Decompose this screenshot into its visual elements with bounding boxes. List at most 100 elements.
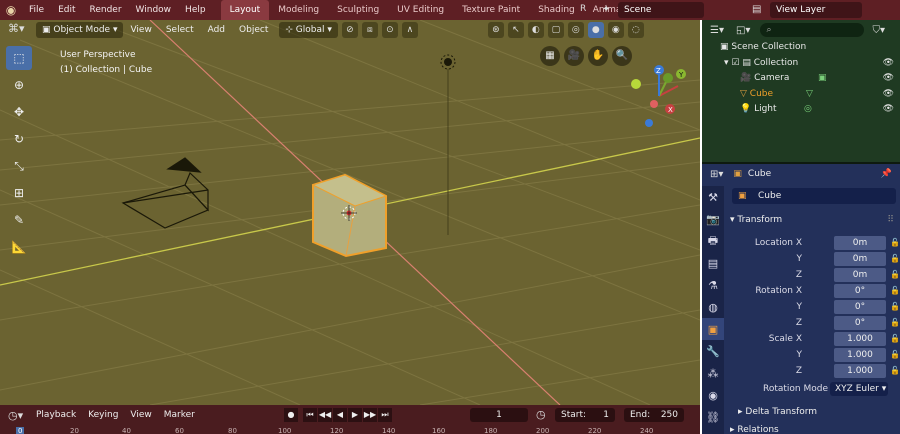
rotation-y-field[interactable]: 0° — [834, 300, 886, 314]
delta-transform-panel-header[interactable]: ▸ Delta Transform — [738, 404, 900, 420]
record-icon[interactable]: ● — [284, 408, 298, 422]
rotate-icon[interactable]: ↻ — [6, 127, 32, 151]
object-name-field[interactable]: ▣ Cube — [732, 188, 896, 204]
light-data-icon[interactable]: ◎ — [804, 102, 812, 118]
measure-icon[interactable]: 📐 — [6, 235, 32, 259]
snap-icon[interactable]: ⧈ — [361, 22, 378, 38]
visibility-eye-icon[interactable]: 👁 — [883, 87, 894, 103]
tab-sculpting[interactable]: Sculpting — [328, 0, 388, 20]
blender-logo-icon[interactable]: ◉ — [0, 0, 22, 20]
visibility-eye-icon[interactable]: 👁 — [883, 102, 894, 118]
lock-icon[interactable]: 🔓 — [890, 284, 900, 298]
physics-tab-icon[interactable]: ◉ — [702, 384, 724, 406]
tool-tab-icon[interactable]: ⚒ — [702, 186, 724, 208]
tab-modeling[interactable]: Modeling — [269, 0, 328, 20]
tab-layout[interactable]: Layout — [220, 0, 270, 20]
cursor-icon[interactable]: ⊕ — [6, 73, 32, 97]
pivot-icon[interactable]: ⊘ — [341, 22, 358, 38]
lock-icon[interactable]: 🔓 — [890, 236, 900, 250]
material-shading-icon[interactable]: ◉ — [607, 22, 624, 38]
proportional-edit-icon[interactable]: ⊙ — [381, 22, 398, 38]
menu-render[interactable]: Render — [83, 5, 129, 15]
axis-gizmo[interactable]: Z Y X — [628, 60, 690, 130]
rotation-z-field[interactable]: 0° — [834, 316, 886, 330]
viewport-menu-object[interactable]: Object — [232, 25, 275, 35]
filter-icon[interactable]: ⛉▾ — [872, 25, 885, 36]
move-icon[interactable]: ✥ — [6, 100, 32, 124]
cube-object[interactable] — [311, 173, 388, 258]
menu-window[interactable]: Window — [129, 5, 179, 15]
particles-tab-icon[interactable]: ⁂ — [702, 362, 724, 384]
render-tab-icon[interactable]: 📷 — [702, 208, 724, 230]
gizmo-visibility-icon[interactable]: ⊛ — [487, 22, 504, 38]
wireframe-shading-icon[interactable]: ◎ — [567, 22, 584, 38]
jump-start-icon[interactable]: ⏮ — [303, 408, 317, 422]
lock-icon[interactable]: 🔓 — [890, 252, 900, 266]
output-tab-icon[interactable]: 🖶 — [702, 230, 724, 252]
collection-checkbox[interactable]: ☑ — [731, 58, 742, 68]
location-z-field[interactable]: 0m — [834, 268, 886, 282]
play-icon[interactable]: ▶ — [348, 408, 362, 422]
falloff-icon[interactable]: ∧ — [401, 22, 418, 38]
play-reverse-icon[interactable]: ◀ — [333, 408, 347, 422]
display-mode-icon[interactable]: ◱▾ — [736, 25, 750, 36]
marker-menu[interactable]: Marker — [158, 410, 201, 420]
editor-type-icon[interactable]: ⌘▾ — [8, 22, 32, 38]
view-layer-icon[interactable]: ▤ — [752, 4, 761, 15]
current-frame-field[interactable]: 1 — [470, 408, 528, 422]
lock-icon[interactable]: 🔓 — [890, 300, 900, 314]
end-frame-field[interactable]: End: 250 — [624, 408, 684, 422]
scene-selector[interactable]: Scene — [618, 2, 704, 18]
perspective-toggle-icon[interactable]: ▦ — [540, 46, 560, 66]
outliner-item-camera[interactable]: 🎥 Camera ▣ 👁 — [702, 71, 900, 87]
drag-handle-icon[interactable]: ⠿ — [887, 212, 894, 228]
scale-z-field[interactable]: 1.000 — [834, 364, 886, 378]
menu-edit[interactable]: Edit — [51, 5, 82, 15]
pin-icon[interactable]: 📌 — [881, 169, 892, 179]
xray-icon[interactable]: ▢ — [547, 22, 564, 38]
object-tab-icon[interactable]: ▣ — [702, 318, 724, 340]
light-object[interactable] — [440, 54, 456, 235]
lock-icon[interactable]: 🔓 — [890, 364, 900, 378]
view-layer-selector[interactable]: View Layer — [770, 2, 862, 18]
pan-icon[interactable]: ✋ — [588, 46, 608, 66]
camera-object[interactable] — [121, 157, 210, 229]
camera-view-icon[interactable]: 🎥 — [564, 46, 584, 66]
timeline-view-menu[interactable]: View — [124, 410, 157, 420]
camera-data-icon[interactable]: ▣ — [818, 71, 827, 87]
solid-shading-icon[interactable]: ● — [587, 22, 604, 38]
world-tab-icon[interactable]: ◍ — [702, 296, 724, 318]
menu-file[interactable]: File — [22, 5, 51, 15]
outliner-item-light[interactable]: 💡 Light ◎ 👁 — [702, 102, 900, 118]
modifier-tab-icon[interactable]: 🔧 — [702, 340, 724, 362]
visibility-eye-icon[interactable]: 👁 — [883, 56, 894, 72]
scale-icon[interactable]: ⤡ — [6, 154, 32, 178]
scale-y-field[interactable]: 1.000 — [834, 348, 886, 362]
tab-uv-editing[interactable]: UV Editing — [388, 0, 453, 20]
relations-panel-header[interactable]: ▸ Relations — [730, 422, 898, 434]
scene-tab-icon[interactable]: ⚗ — [702, 274, 724, 296]
playback-menu[interactable]: Playback — [30, 410, 82, 420]
annotate-icon[interactable]: ✎ — [6, 208, 32, 232]
tab-shading[interactable]: Shading — [529, 0, 584, 20]
transform-orientation-dropdown[interactable]: ⊹ Global ▾ — [279, 22, 338, 38]
tab-rendering-truncated[interactable]: R — [580, 4, 586, 14]
location-x-field[interactable]: 0m — [834, 236, 886, 250]
overlays-icon[interactable]: ◐ — [527, 22, 544, 38]
preview-range-icon[interactable]: ◷ — [536, 408, 546, 421]
transform-icon[interactable]: ⊞ — [6, 181, 32, 205]
keying-menu[interactable]: Keying — [82, 410, 124, 420]
outliner-editor-icon[interactable]: ☰▾ — [710, 25, 724, 36]
select-box-icon[interactable]: ⬚ — [6, 46, 32, 70]
timeline-ruler[interactable]: 0 20 40 60 80 100 120 140 160 180 200 22… — [0, 427, 700, 434]
tab-texture-paint[interactable]: Texture Paint — [453, 0, 529, 20]
lock-icon[interactable]: 🔓 — [890, 268, 900, 282]
next-keyframe-icon[interactable]: ▶▶ — [363, 408, 377, 422]
prev-keyframe-icon[interactable]: ◀◀ — [318, 408, 332, 422]
rotation-x-field[interactable]: 0° — [834, 284, 886, 298]
3d-viewport[interactable]: ⌘▾ ▣ Object Mode ▾ View Select Add Objec… — [0, 20, 700, 405]
lock-icon[interactable]: 🔓 — [890, 348, 900, 362]
mesh-data-icon[interactable]: ▽ — [806, 87, 813, 103]
rendered-shading-icon[interactable]: ◌ — [627, 22, 644, 38]
jump-end-icon[interactable]: ⏭ — [378, 408, 392, 422]
